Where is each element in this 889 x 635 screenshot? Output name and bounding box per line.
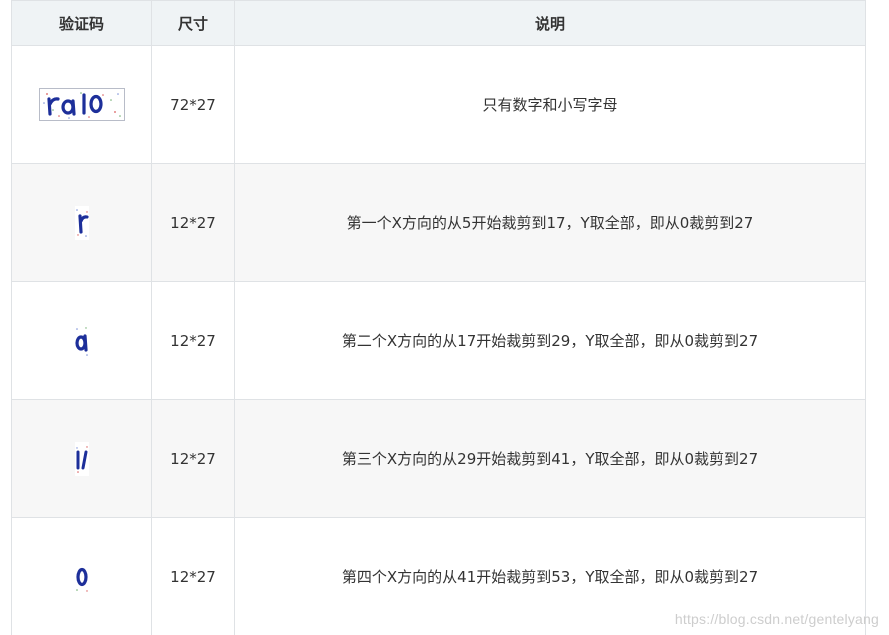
size-cell: 12*27 (151, 517, 235, 635)
size-cell: 12*27 (151, 281, 235, 400)
table-row: 72*27 只有数字和小写字母 (11, 45, 866, 164)
page: 验证码 尺寸 说明 72*27 只有数字和小写字母 12*27 第一个X方向的从… (0, 0, 889, 635)
captcha-char-4-image (74, 559, 89, 594)
header-description: 说明 (234, 0, 866, 46)
captcha-table: 验证码 尺寸 说明 72*27 只有数字和小写字母 12*27 第一个X方向的从… (11, 0, 866, 635)
captcha-cell (11, 45, 152, 164)
size-cell: 72*27 (151, 45, 235, 164)
table-row: 12*27 第三个X方向的从29开始裁剪到41，Y取全部，即从0裁剪到27 (11, 399, 866, 518)
captcha-cell (11, 517, 152, 635)
header-captcha: 验证码 (11, 0, 152, 46)
description-cell: 第三个X方向的从29开始裁剪到41，Y取全部，即从0裁剪到27 (234, 399, 866, 518)
captcha-cell (11, 399, 152, 518)
captcha-char-2-image (74, 323, 89, 358)
size-cell: 12*27 (151, 163, 235, 282)
captcha-char-1-image (74, 205, 89, 240)
captcha-full-image (38, 88, 125, 121)
captcha-char-3-image (74, 441, 89, 476)
description-cell: 第一个X方向的从5开始裁剪到17，Y取全部，即从0裁剪到27 (234, 163, 866, 282)
captcha-cell (11, 281, 152, 400)
captcha-cell (11, 163, 152, 282)
table-row: 12*27 第一个X方向的从5开始裁剪到17，Y取全部，即从0裁剪到27 (11, 163, 866, 282)
table-row: 12*27 第二个X方向的从17开始裁剪到29，Y取全部，即从0裁剪到27 (11, 281, 866, 400)
table-header-row: 验证码 尺寸 说明 (11, 0, 866, 46)
description-cell: 只有数字和小写字母 (234, 45, 866, 164)
header-size: 尺寸 (151, 0, 235, 46)
size-cell: 12*27 (151, 399, 235, 518)
description-cell: 第二个X方向的从17开始裁剪到29，Y取全部，即从0裁剪到27 (234, 281, 866, 400)
watermark: https://blog.csdn.net/gentelyang (674, 611, 879, 627)
